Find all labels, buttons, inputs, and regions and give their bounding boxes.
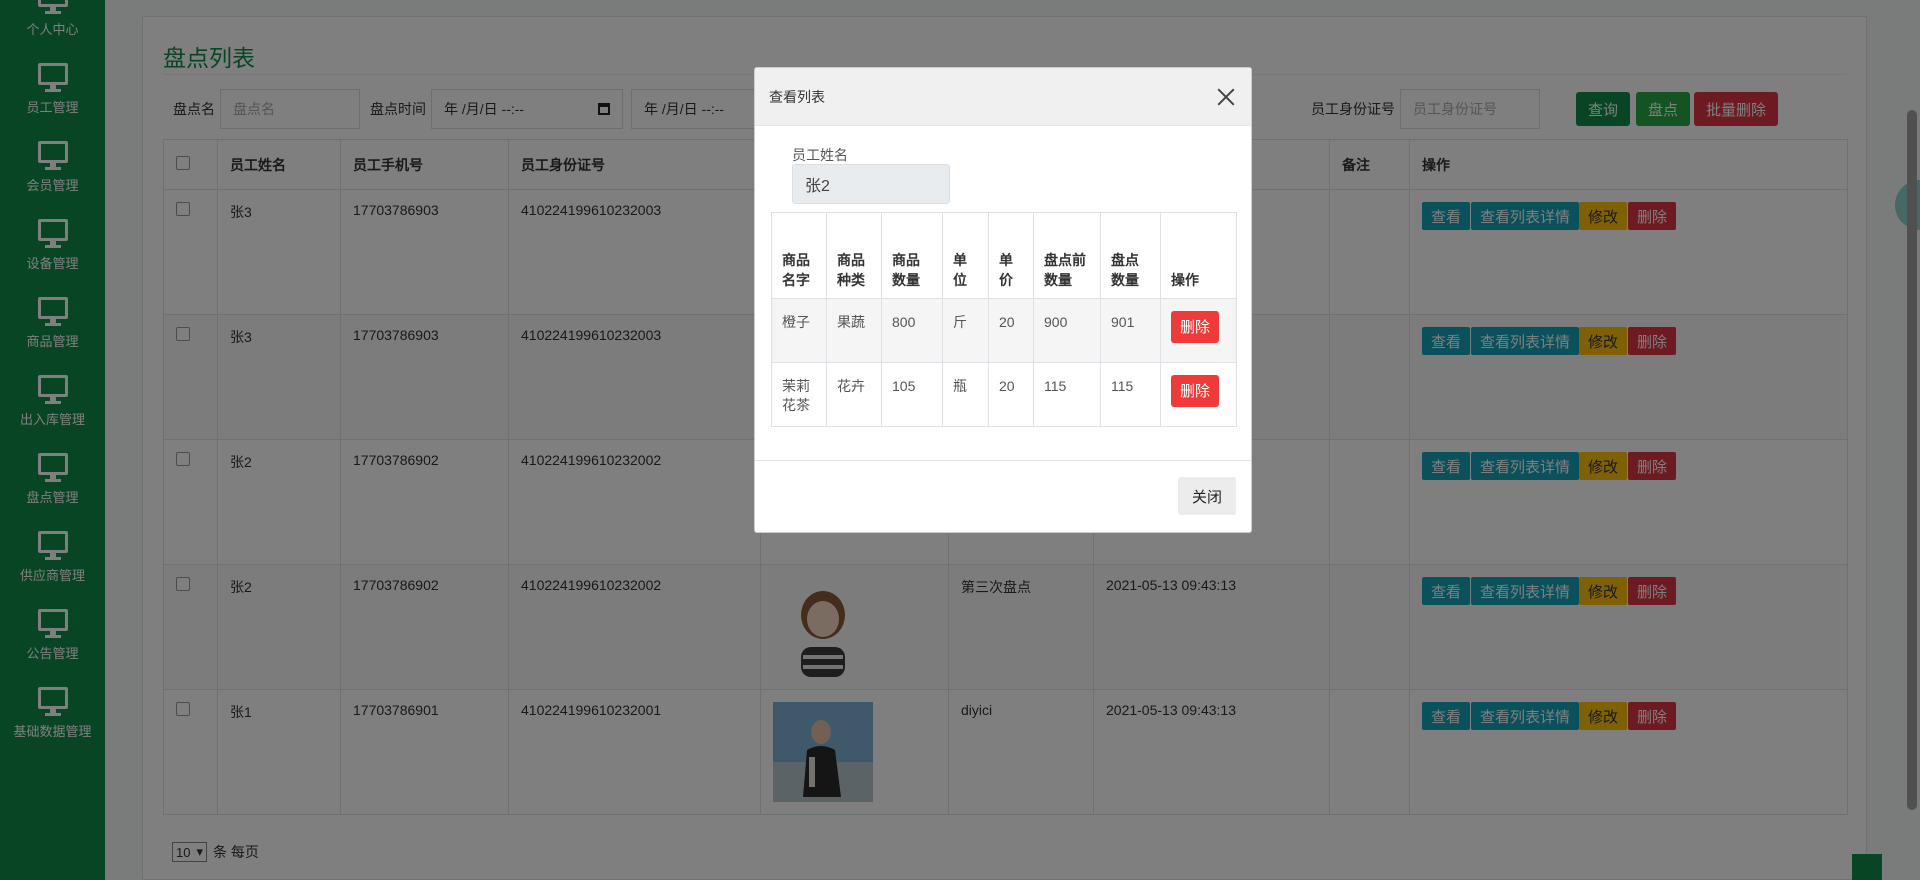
cell-goods-name: 橙子 — [771, 298, 827, 363]
cell-price: 20 — [988, 298, 1034, 363]
cell-qty-before: 115 — [1033, 362, 1101, 427]
employee-name-field: 张2 — [792, 164, 950, 204]
modal-header: 查看列表 — [755, 68, 1251, 126]
goods-header-row: 商品名字 商品种类 商品数量 单位 单价 盘点前数量 盘点数量 操作 — [771, 212, 1237, 299]
employee-name-label: 员工姓名 — [792, 147, 848, 163]
cell-price: 20 — [988, 362, 1034, 427]
goods-delete-button[interactable]: 删除 — [1171, 375, 1219, 407]
cell-goods-qty: 105 — [881, 362, 943, 427]
close-button[interactable]: 关闭 — [1178, 477, 1236, 515]
col-unit: 单位 — [942, 212, 989, 299]
cell-qty-checked: 901 — [1100, 298, 1161, 363]
goods-row: 橙子 果蔬 800 斤 20 900 901 删除 — [771, 298, 1237, 363]
col-qty-before: 盘点前数量 — [1033, 212, 1101, 299]
goods-row: 茉莉花茶 花卉 105 瓶 20 115 115 删除 — [771, 362, 1237, 427]
cell-goods-qty: 800 — [881, 298, 943, 363]
cell-unit: 斤 — [942, 298, 989, 363]
cell-unit: 瓶 — [942, 362, 989, 427]
cell-goods-kind: 果蔬 — [826, 298, 882, 363]
view-list-modal: 查看列表 员工姓名 张2 商品名字 商品种类 商品数量 单位 单价 盘点前数量 … — [754, 67, 1252, 533]
col-goods-actions: 操作 — [1160, 212, 1237, 299]
cell-qty-before: 900 — [1033, 298, 1101, 363]
cell-goods-kind: 花卉 — [826, 362, 882, 427]
goods-table: 商品名字 商品种类 商品数量 单位 单价 盘点前数量 盘点数量 操作 橙子 果蔬… — [771, 212, 1237, 427]
col-goods-name: 商品名字 — [771, 212, 827, 299]
goods-delete-button[interactable]: 删除 — [1171, 311, 1219, 343]
cell-goods-actions: 删除 — [1160, 298, 1237, 363]
cell-goods-name: 茉莉花茶 — [771, 362, 827, 427]
cell-goods-actions: 删除 — [1160, 362, 1237, 427]
modal-footer-divider — [755, 460, 1251, 461]
close-icon[interactable] — [1215, 86, 1237, 108]
modal-title: 查看列表 — [769, 88, 825, 105]
col-goods-kind: 商品种类 — [826, 212, 882, 299]
col-qty-checked: 盘点数量 — [1100, 212, 1161, 299]
cell-qty-checked: 115 — [1100, 362, 1161, 427]
col-price: 单价 — [988, 212, 1034, 299]
col-goods-qty: 商品数量 — [881, 212, 943, 299]
